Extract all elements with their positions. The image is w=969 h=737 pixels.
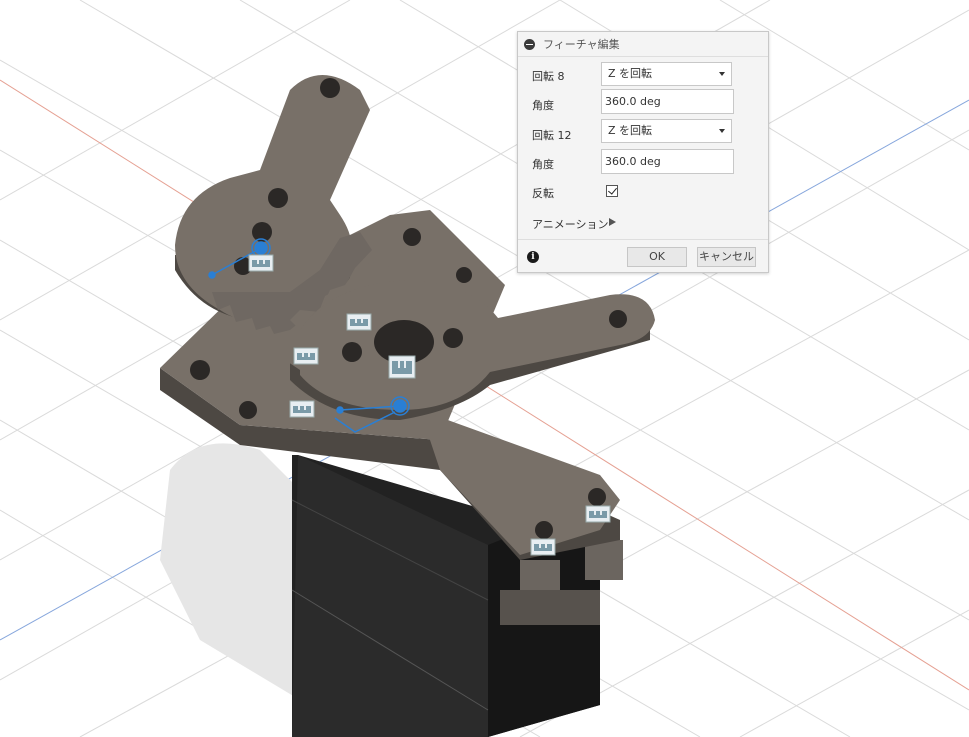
cancel-button[interactable]: キャンセル <box>697 247 756 267</box>
angle-2-input[interactable]: 360.0 deg <box>601 149 734 174</box>
chevron-down-icon[interactable] <box>719 72 725 76</box>
animation-row: アニメーション <box>518 212 768 238</box>
animation-label: アニメーション <box>532 218 609 231</box>
angle-2-label: 角度 <box>532 158 554 171</box>
flip-checkbox[interactable] <box>606 185 618 197</box>
info-icon[interactable]: i <box>527 251 539 263</box>
rotation-8-select[interactable]: Z を回転 <box>601 62 732 86</box>
rotation-12-label: 回転 12 <box>532 129 572 142</box>
joint-glyph-icon[interactable] <box>346 313 372 331</box>
rotation-12-row: 回転 12 Z を回転 <box>518 119 768 145</box>
angle-1-label: 角度 <box>532 99 554 112</box>
dialog-header[interactable]: フィーチャ編集 <box>518 32 768 57</box>
ok-button[interactable]: OK <box>627 247 687 267</box>
play-icon[interactable] <box>609 218 616 226</box>
joint-glyph-icon[interactable] <box>388 355 416 379</box>
joint-glyph-icon[interactable] <box>289 400 315 418</box>
flip-label: 反転 <box>532 187 554 200</box>
rotation-8-value: Z を回転 <box>608 67 653 80</box>
joint-glyph-icon[interactable] <box>585 505 611 523</box>
dialog-title: フィーチャ編集 <box>543 38 620 51</box>
chevron-down-icon[interactable] <box>719 129 725 133</box>
angle-1-row: 角度 360.0 deg <box>518 89 768 115</box>
joint-glyph-icon[interactable] <box>293 347 319 365</box>
dialog-footer: i OK キャンセル <box>518 239 768 273</box>
viewport-canvas[interactable] <box>0 0 969 737</box>
flip-row: 反転 <box>518 182 768 208</box>
joint-glyph-icon[interactable] <box>530 538 556 556</box>
rotation-12-select[interactable]: Z を回転 <box>601 119 732 143</box>
rotation-8-row: 回転 8 Z を回転 <box>518 62 768 88</box>
joint-glyph-icon[interactable] <box>248 254 274 272</box>
angle-2-row: 角度 360.0 deg <box>518 149 768 175</box>
rotation-8-label: 回転 8 <box>532 70 565 83</box>
edit-feature-dialog: フィーチャ編集 回転 8 Z を回転 角度 360.0 deg 回転 12 Z … <box>517 31 769 273</box>
collapse-icon[interactable] <box>524 38 535 50</box>
rotation-12-value: Z を回転 <box>608 124 653 137</box>
angle-1-input[interactable]: 360.0 deg <box>601 89 734 114</box>
